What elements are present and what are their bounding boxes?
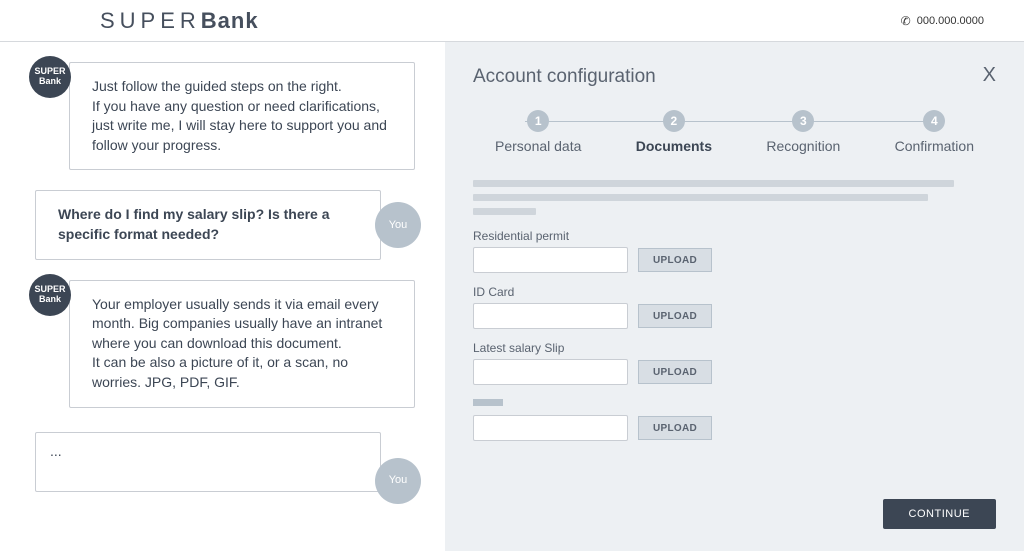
skeleton-line [473, 180, 954, 187]
field-residential-permit: Residential permit UPLOAD [473, 229, 996, 273]
panel-title: Account configuration [473, 66, 996, 88]
upload-button[interactable]: UPLOAD [638, 248, 712, 272]
extra-input[interactable] [473, 415, 628, 441]
step-number: 1 [527, 110, 549, 132]
field-label: Residential permit [473, 229, 996, 243]
description-placeholder [473, 180, 996, 215]
logo: SUPERBank [100, 8, 259, 34]
salary-slip-input[interactable] [473, 359, 628, 385]
avatar-bot: SUPER Bank [29, 274, 71, 316]
chat-input-row: ... You [35, 432, 415, 497]
avatar-bot: SUPER Bank [29, 56, 71, 98]
step-documents[interactable]: 2 Documents [636, 110, 712, 154]
chat-bubble: Just follow the guided steps on the righ… [69, 62, 415, 170]
field-label-skeleton [473, 399, 503, 406]
logo-bold: Bank [201, 8, 259, 33]
chat-bubble: Where do I find my salary slip? Is there… [35, 190, 381, 259]
upload-fields: Residential permit UPLOAD ID Card UPLOAD… [473, 229, 996, 441]
close-icon[interactable]: X [983, 64, 996, 87]
chat-input[interactable]: ... [35, 432, 381, 492]
step-label: Personal data [495, 138, 581, 154]
phone-icon: ✆ [901, 14, 911, 28]
residential-permit-input[interactable] [473, 247, 628, 273]
step-number: 3 [792, 110, 814, 132]
upload-button[interactable]: UPLOAD [638, 416, 712, 440]
step-label: Documents [636, 138, 712, 154]
step-number: 2 [663, 110, 685, 132]
skeleton-line [473, 208, 536, 215]
chat-pane: SUPER Bank Just follow the guided steps … [0, 42, 445, 551]
stepper: 1 Personal data 2 Documents 3 Recognitio… [495, 110, 974, 154]
field-extra: UPLOAD [473, 397, 996, 441]
step-label: Confirmation [895, 138, 974, 154]
stepper-line [525, 121, 944, 122]
main: SUPER Bank Just follow the guided steps … [0, 42, 1024, 551]
chat-message-bot: SUPER Bank Just follow the guided steps … [35, 62, 415, 170]
header-phone: ✆ 000.000.0000 [901, 14, 984, 28]
skeleton-line [473, 194, 928, 201]
step-recognition[interactable]: 3 Recognition [766, 110, 840, 154]
upload-button[interactable]: UPLOAD [638, 360, 712, 384]
chat-bubble: Your employer usually sends it via email… [69, 280, 415, 408]
config-panel: Account configuration X 1 Personal data … [445, 42, 1024, 551]
field-label: Latest salary Slip [473, 341, 996, 355]
phone-number: 000.000.0000 [917, 15, 984, 27]
id-card-input[interactable] [473, 303, 628, 329]
step-personal-data[interactable]: 1 Personal data [495, 110, 581, 154]
header: SUPERBank ✆ 000.000.0000 [0, 0, 1024, 42]
field-label: ID Card [473, 285, 996, 299]
step-number: 4 [923, 110, 945, 132]
avatar-user: You [375, 458, 421, 504]
field-id-card: ID Card UPLOAD [473, 285, 996, 329]
avatar-user: You [375, 202, 421, 248]
field-salary-slip: Latest salary Slip UPLOAD [473, 341, 996, 385]
logo-thin: SUPER [100, 8, 201, 33]
chat-message-user: Where do I find my salary slip? Is there… [35, 190, 415, 259]
continue-button[interactable]: CONTINUE [883, 499, 996, 529]
step-confirmation[interactable]: 4 Confirmation [895, 110, 974, 154]
step-label: Recognition [766, 138, 840, 154]
chat-message-bot: SUPER Bank Your employer usually sends i… [35, 280, 415, 408]
upload-button[interactable]: UPLOAD [638, 304, 712, 328]
